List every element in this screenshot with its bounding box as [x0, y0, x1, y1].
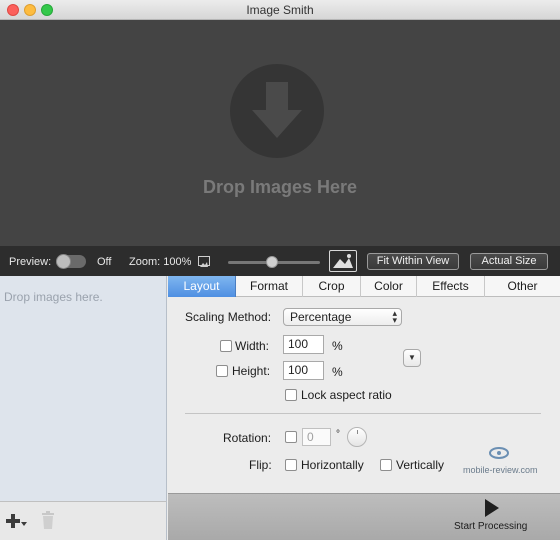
preview-state-label: Off — [97, 256, 112, 268]
divider — [185, 413, 541, 414]
flip-horizontal-label: Horizontally — [301, 458, 364, 472]
width-unit: % — [332, 339, 343, 353]
rotation-dial[interactable] — [347, 427, 367, 447]
download-arrow-icon — [230, 64, 324, 158]
lock-aspect-checkbox[interactable] — [285, 389, 297, 401]
tab-crop[interactable]: Crop — [303, 276, 361, 297]
tab-format[interactable]: Format — [236, 276, 303, 297]
watermark: mobile-review.com — [463, 446, 553, 480]
width-label: Width: — [235, 339, 270, 353]
rotation-checkbox[interactable] — [285, 431, 297, 443]
flip-horizontal-checkbox[interactable] — [285, 459, 297, 471]
select-arrows-icon: ▴ ▾ — [392, 308, 397, 325]
height-label: Height: — [232, 364, 271, 378]
flip-vertical-label: Vertically — [396, 458, 445, 472]
window-title: Image Smith — [246, 3, 314, 17]
width-field[interactable]: 100 — [283, 335, 324, 354]
preview-toolbar: Preview: Off Zoom: 100% Fit Within View … — [0, 246, 560, 276]
tab-other[interactable]: Other — [485, 276, 560, 297]
actual-size-button[interactable]: Actual Size — [470, 253, 548, 270]
scaling-method-select[interactable]: Percentage ▴ ▾ — [283, 308, 402, 326]
scaling-method-value: Percentage — [290, 310, 352, 324]
process-toolbar: Start Processing — [168, 493, 560, 540]
settings-tab-bar: Layout Format Crop Color Effects Other — [168, 276, 560, 297]
play-icon[interactable] — [484, 499, 500, 517]
image-drop-zone[interactable]: Drop Images Here — [0, 20, 560, 246]
tab-color[interactable]: Color — [361, 276, 417, 297]
rotation-label: Rotation: — [223, 431, 272, 445]
preview-toggle[interactable] — [56, 254, 86, 269]
toggle-knob — [56, 254, 71, 269]
width-checkbox[interactable] — [220, 340, 232, 352]
height-unit: % — [332, 365, 343, 379]
sidebar-toolbar — [0, 501, 167, 540]
scaling-method-label: Scaling Method: — [185, 310, 272, 324]
watermark-logo-icon — [489, 446, 509, 460]
rotation-field[interactable]: 0 — [302, 428, 331, 446]
preview-label: Preview: — [9, 256, 52, 268]
trash-icon[interactable] — [40, 511, 56, 530]
title-bar: Image Smith — [0, 0, 560, 20]
sidebar-placeholder: Drop images here. — [4, 290, 103, 304]
zoom-out-image-icon[interactable] — [198, 256, 210, 267]
height-field[interactable]: 100 — [283, 361, 324, 380]
zoom-in-image-icon[interactable] — [329, 250, 357, 272]
zoom-label: Zoom: 100% — [129, 256, 192, 268]
drop-images-heading: Drop Images Here — [202, 177, 358, 197]
dial-indicator — [357, 430, 358, 434]
add-images-icon[interactable] — [6, 512, 28, 530]
watermark-text: mobile-review.com — [463, 465, 538, 475]
lock-aspect-label: Lock aspect ratio — [301, 388, 392, 402]
height-checkbox[interactable] — [216, 365, 228, 377]
flip-label: Flip: — [249, 458, 272, 472]
image-list-sidebar[interactable]: Drop images here. — [0, 276, 167, 501]
flip-vertical-checkbox[interactable] — [380, 459, 392, 471]
tab-effects[interactable]: Effects — [417, 276, 485, 297]
zoom-slider-knob[interactable] — [266, 256, 278, 268]
dimension-presets-chevron-down-icon[interactable]: ▼ — [403, 349, 421, 367]
rotation-degree-unit: ° — [336, 429, 340, 440]
start-processing-button[interactable]: Start Processing — [454, 521, 527, 532]
fit-within-view-button[interactable]: Fit Within View — [367, 253, 459, 270]
tab-layout[interactable]: Layout — [168, 276, 236, 297]
